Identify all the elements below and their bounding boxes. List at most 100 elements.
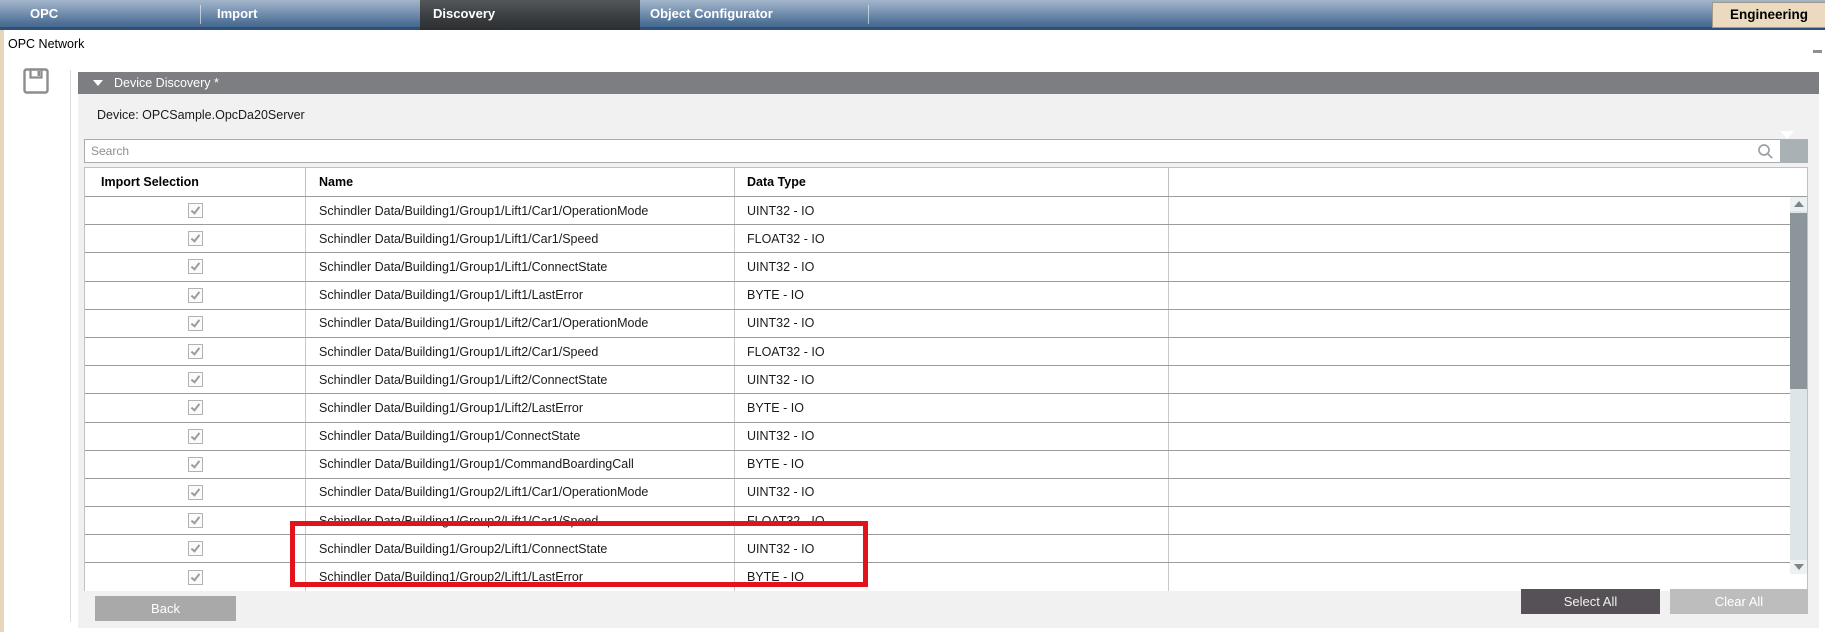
- scroll-up-arrow[interactable]: [1790, 197, 1807, 211]
- import-checkbox[interactable]: [188, 372, 203, 387]
- row-empty-cell: [1168, 563, 1807, 590]
- row-datatype-cell: FLOAT32 - IO: [734, 338, 1168, 365]
- tab-engineering[interactable]: Engineering: [1712, 2, 1825, 28]
- import-selection-cell: [85, 394, 305, 421]
- tab-import[interactable]: Import: [217, 6, 257, 21]
- import-checkbox[interactable]: [188, 400, 203, 415]
- row-datatype-cell: UINT32 - IO: [734, 310, 1168, 337]
- checkmark-icon: [190, 543, 199, 553]
- clear-all-button[interactable]: Clear All: [1670, 589, 1808, 614]
- import-selection-cell: [85, 451, 305, 478]
- panel-header[interactable]: Device Discovery *: [78, 72, 1819, 94]
- checkmark-icon: [190, 374, 199, 384]
- back-button[interactable]: Back: [95, 596, 236, 621]
- tab-opc[interactable]: OPC: [30, 6, 58, 21]
- import-selection-cell: [85, 366, 305, 393]
- row-name-cell: Schindler Data/Building1/Group2/Lift1/Ca…: [305, 507, 734, 534]
- row-datatype-cell: UINT32 - IO: [734, 366, 1168, 393]
- table-row[interactable]: Schindler Data/Building1/Group1/Lift1/Ca…: [85, 224, 1807, 252]
- import-checkbox[interactable]: [188, 288, 203, 303]
- import-selection-cell: [85, 282, 305, 309]
- tab-separator: [200, 5, 201, 24]
- search-box: [84, 139, 1808, 163]
- panel-title: Device Discovery *: [114, 76, 219, 90]
- row-name-cell: Schindler Data/Building1/Group1/Lift1/Co…: [305, 253, 734, 280]
- row-name-cell: Schindler Data/Building1/Group1/CommandB…: [305, 451, 734, 478]
- table-header-row: Import Selection Name Data Type: [85, 168, 1807, 196]
- import-checkbox[interactable]: [188, 457, 203, 472]
- row-datatype-cell: BYTE - IO: [734, 563, 1168, 590]
- import-checkbox[interactable]: [188, 570, 203, 585]
- tab-discovery[interactable]: Discovery: [420, 0, 640, 30]
- row-name-cell: Schindler Data/Building1/Group1/ConnectS…: [305, 423, 734, 450]
- table-row[interactable]: Schindler Data/Building1/Group2/Lift1/Ca…: [85, 478, 1807, 506]
- import-selection-cell: [85, 423, 305, 450]
- table-row[interactable]: Schindler Data/Building1/Group1/Lift1/La…: [85, 281, 1807, 309]
- checkmark-icon: [190, 205, 199, 215]
- row-datatype-cell: BYTE - IO: [734, 282, 1168, 309]
- row-name-cell: Schindler Data/Building1/Group1/Lift1/Ca…: [305, 197, 734, 224]
- row-empty-cell: [1168, 507, 1807, 534]
- table-row[interactable]: Schindler Data/Building1/Group1/ConnectS…: [85, 422, 1807, 450]
- minimize-dash-icon[interactable]: [1813, 50, 1822, 53]
- import-selection-cell: [85, 310, 305, 337]
- row-name-cell: Schindler Data/Building1/Group1/Lift2/Ca…: [305, 338, 734, 365]
- row-name-cell: Schindler Data/Building1/Group1/Lift2/Ca…: [305, 310, 734, 337]
- table-row[interactable]: Schindler Data/Building1/Group1/Lift2/La…: [85, 393, 1807, 421]
- import-checkbox[interactable]: [188, 513, 203, 528]
- row-empty-cell: [1168, 253, 1807, 280]
- checkmark-icon: [190, 345, 199, 355]
- import-selection-cell: [85, 197, 305, 224]
- tab-object-configurator[interactable]: Object Configurator: [650, 6, 773, 21]
- import-checkbox[interactable]: [188, 259, 203, 274]
- import-checkbox[interactable]: [188, 316, 203, 331]
- table-row[interactable]: Schindler Data/Building1/Group2/Lift1/Co…: [85, 534, 1807, 562]
- tab-discovery-label: Discovery: [433, 6, 495, 21]
- import-checkbox[interactable]: [188, 485, 203, 500]
- table-row[interactable]: Schindler Data/Building1/Group1/Lift2/Co…: [85, 365, 1807, 393]
- select-all-button[interactable]: Select All: [1521, 589, 1660, 614]
- row-empty-cell: [1168, 282, 1807, 309]
- checkmark-icon: [190, 515, 199, 525]
- import-checkbox[interactable]: [188, 344, 203, 359]
- row-empty-cell: [1168, 394, 1807, 421]
- device-label: Device: OPCSample.OpcDa20Server: [97, 108, 305, 122]
- column-header-data-type: Data Type: [734, 168, 1168, 196]
- breadcrumb: OPC Network: [8, 37, 84, 51]
- column-header-empty: [1168, 168, 1807, 196]
- search-input[interactable]: [89, 141, 1719, 161]
- row-empty-cell: [1168, 197, 1807, 224]
- tab-bar-bottom-line: [0, 27, 1825, 30]
- row-datatype-cell: BYTE - IO: [734, 394, 1168, 421]
- table-row[interactable]: Schindler Data/Building1/Group1/Lift2/Ca…: [85, 309, 1807, 337]
- save-button[interactable]: [22, 67, 50, 95]
- table-row[interactable]: Schindler Data/Building1/Group1/Lift1/Co…: [85, 252, 1807, 280]
- scroll-down-arrow[interactable]: [1790, 560, 1807, 574]
- row-datatype-cell: UINT32 - IO: [734, 535, 1168, 562]
- row-datatype-cell: UINT32 - IO: [734, 479, 1168, 506]
- import-checkbox[interactable]: [188, 203, 203, 218]
- import-checkbox[interactable]: [188, 541, 203, 556]
- checkmark-icon: [190, 571, 199, 581]
- import-selection-cell: [85, 479, 305, 506]
- table-row[interactable]: Schindler Data/Building1/Group1/CommandB…: [85, 450, 1807, 478]
- checkmark-icon: [190, 317, 199, 327]
- table-row[interactable]: Schindler Data/Building1/Group1/Lift2/Ca…: [85, 337, 1807, 365]
- import-checkbox[interactable]: [188, 231, 203, 246]
- row-empty-cell: [1168, 479, 1807, 506]
- discovery-table: Import Selection Name Data Type Schindle…: [84, 167, 1808, 591]
- checkmark-icon: [190, 233, 199, 243]
- import-checkbox[interactable]: [188, 429, 203, 444]
- collapse-triangle-icon: [93, 80, 103, 86]
- row-name-cell: Schindler Data/Building1/Group1/Lift1/Ca…: [305, 225, 734, 252]
- column-header-name: Name: [305, 168, 734, 196]
- scrollbar-thumb[interactable]: [1790, 213, 1807, 389]
- search-icon[interactable]: [1757, 143, 1774, 160]
- row-empty-cell: [1168, 225, 1807, 252]
- import-selection-cell: [85, 338, 305, 365]
- table-row[interactable]: Schindler Data/Building1/Group2/Lift1/La…: [85, 562, 1807, 590]
- table-row[interactable]: Schindler Data/Building1/Group1/Lift1/Ca…: [85, 196, 1807, 224]
- search-filter-dropdown-button[interactable]: [1780, 139, 1808, 163]
- table-vertical-scrollbar[interactable]: [1790, 197, 1807, 574]
- table-row[interactable]: Schindler Data/Building1/Group2/Lift1/Ca…: [85, 506, 1807, 534]
